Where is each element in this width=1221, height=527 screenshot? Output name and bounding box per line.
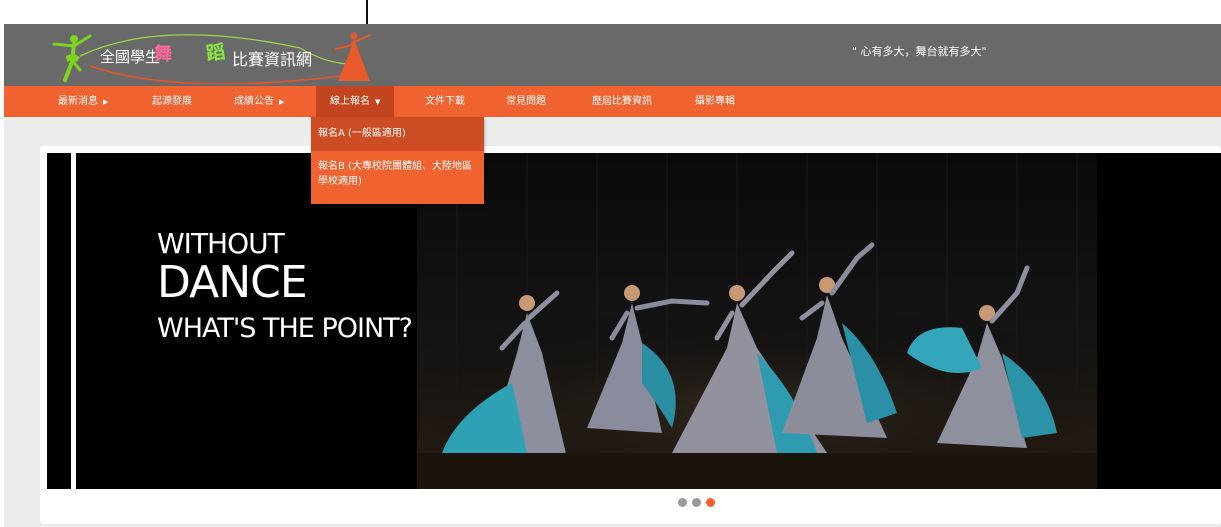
header-slogan: " 心有多大，舞台就有多大" bbox=[852, 45, 987, 58]
nav-item-label: 線上報名 bbox=[330, 96, 370, 107]
nav-item-faq[interactable]: 常見問題 bbox=[506, 86, 546, 117]
nav-item-label: 最新消息 bbox=[58, 96, 98, 107]
site-logo[interactable]: 全國學生 舞 蹈 比賽資訊網 bbox=[50, 26, 390, 84]
slide-divider-bar bbox=[71, 153, 76, 489]
slider-dot-active[interactable] bbox=[706, 498, 715, 507]
slider-dot[interactable] bbox=[692, 498, 701, 507]
nav-item-label: 成績公告 bbox=[234, 96, 274, 107]
registration-dropdown-menu: 報名A (一般區適用) 報名B (大專校院團體組、大陸地區學校適用) bbox=[311, 117, 484, 204]
nav-item-label: 起源發展 bbox=[152, 96, 192, 107]
site-header: 全國學生 舞 蹈 比賽資訊網 " 心有多大，舞台就有多大" bbox=[4, 24, 1221, 86]
hero-slide[interactable]: WITHOUT DANCE WHAT'S THE POINT? bbox=[47, 153, 1221, 489]
green-dancer-icon bbox=[52, 34, 92, 82]
logo-text-part: 蹈 bbox=[204, 40, 227, 66]
nav-item-photo-album[interactable]: 攝影專輯 bbox=[695, 86, 735, 117]
slide-headline-line1: WITHOUT bbox=[157, 227, 285, 260]
nav-item-downloads[interactable]: 文件下載 bbox=[425, 86, 465, 117]
logo-text-part: 全國學生 bbox=[100, 48, 161, 66]
nav-item-label: 攝影專輯 bbox=[695, 96, 735, 107]
main-nav: 最新消息 ▶ 起源發展 成績公告 ▶ 線上報名 ▼ 文件下載 常見問題 歷屆比賽資訊 … bbox=[4, 86, 1221, 117]
nav-item-online-registration[interactable]: 線上報名 ▼ bbox=[316, 86, 395, 117]
logo-text-part: 比賽資訊網 bbox=[232, 50, 313, 69]
slider-dot[interactable] bbox=[678, 498, 687, 507]
caret-right-icon: ▶ bbox=[103, 98, 109, 106]
slide-headline-line2: DANCE bbox=[157, 257, 308, 308]
orange-dancer-icon bbox=[335, 32, 371, 81]
nav-item-latest-news[interactable]: 最新消息 ▶ bbox=[58, 86, 108, 117]
page: 全國學生 舞 蹈 比賽資訊網 " 心有多大，舞台就有多大" 最新消息 ▶ 起源發展… bbox=[0, 0, 1221, 527]
nav-item-results[interactable]: 成績公告 ▶ bbox=[234, 86, 284, 117]
nav-item-past-competitions[interactable]: 歷屆比賽資訊 bbox=[592, 86, 652, 117]
dropdown-item-registration-b[interactable]: 報名B (大專校院團體組、大陸地區學校適用) bbox=[311, 159, 484, 199]
nav-item-label: 歷屆比賽資訊 bbox=[592, 96, 652, 107]
dancers-photo bbox=[417, 153, 1097, 489]
nav-item-label: 常見問題 bbox=[506, 96, 546, 107]
nav-item-label: 文件下載 bbox=[425, 96, 465, 107]
caret-down-icon: ▼ bbox=[375, 98, 381, 106]
nav-item-origin[interactable]: 起源發展 bbox=[152, 86, 192, 117]
logo-text-part: 舞 bbox=[154, 44, 174, 65]
caret-right-icon: ▶ bbox=[279, 98, 285, 106]
dropdown-item-registration-a[interactable]: 報名A (一般區適用) bbox=[311, 117, 484, 151]
slide-headline-line3: WHAT'S THE POINT? bbox=[157, 313, 413, 344]
